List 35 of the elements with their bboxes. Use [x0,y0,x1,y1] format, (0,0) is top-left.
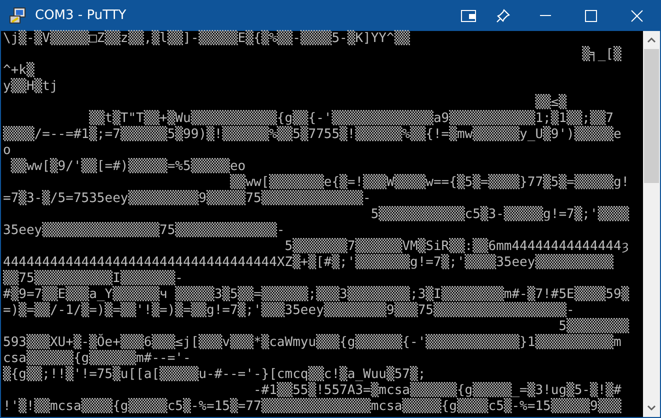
terminal-line: o [3,143,11,158]
window-title: COM3 - PuTTY [35,8,126,23]
terminal-line: 593▒▒▒XU+▒-▒Ŏe+▒▒▒6▒▒▒≤j[▒▒▒v▒▒▒*▒caWmyu▒▒▒{g▒▒▒▒▒▒{-'▒▒▒▒▒▒▒▒▒▒▒▒}1▒▒▒▒▒▒▒▒▒▒m [3,335,622,350]
window-icon [461,8,477,22]
terminal-line: ▒▒ww[▒▒▒▒▒▒▒e{▒=!▒▒▒W▒▒▒▒w=={▒5▒=▒▒▒▒}77▒5▒=▒▒▒▒▒g! [228,175,630,190]
terminal-line: ▒{g▒▒;!!▒'!=75▒u[[a[▒▒▒▒▒u-#--='-}[cmcq▒▒c!▒a_Wuu▒57▒; [3,367,426,382]
pin-icon [496,8,510,22]
terminal-line: =)▒=▒▒/-1/▒=)▒=▒▒'!▒=)▒=▒▒g!=7▒;'▒▒▒35eey▒▒▒▒▒▒▒▒9▒▒▒75▒▒▒▒▒▒▒▒▒▒▒▒▒▒▒▒▒- [3,303,574,318]
terminal-line: 5▒▒▒▒▒▒▒▒ [558,319,630,334]
scrollbar-thumb[interactable] [644,49,659,183]
terminal-line: !'▒!▒▒mcsa▒▒▒▒{g▒▒▒▒▒c5▒-%=15▒=77▒▒▒▒▒▒▒▒▒▒▒▒▒▒mcsa▒▒▒▒▒{g▒▒▒▒c5▒-%=15▒▒▒▒▒9▒▒▒ [3,399,622,415]
terminal-line: 44444444444444444444444444444444444XZ▒+▒[#▒;'▒▒▒▒▒▒▒g!=7▒;'▒▒▒▒35eey▒▒▒▒▒▒▒▒▒▒ [3,255,614,270]
terminal-line: ▒▒≤▒ [534,95,567,110]
terminal-line: ▒╕_[▒ [581,47,622,63]
scroll-up-icon[interactable] [647,37,656,43]
terminal-line: ▒▒75▒▒▒▒▒▒▒▒▒▒I▒▒▒▒▒▒▒- [3,271,184,286]
minimize-icon [540,15,550,16]
terminal-line: \j▒-▒V▒▒▒▒▒□Z▒▒z▒▒,▒l▒▒]-▒▒▒▒▒E▒{▒%▒▒-▒▒▒▒5-▒K]YY^▒▒ [3,31,410,47]
terminal-line: -#1▒▒55▒!557A3=▒mcsa▒▒▒▒▒▒{g▒▒▒▒▒_=▒3!ug▒5-▒!▒# [252,383,622,398]
maximize-icon [585,10,597,22]
terminal-line: ▒▒t▒T"T▒▒+▒Wu▒▒▒▒▒▒▒▒▒▒▒{g▒▒{-'▒▒▒▒▒▒▒▒▒▒▒▒▒a9▒▒▒▒▒▒▒▒▒▒▒1;▒1▒▒;▒▒7 [88,111,614,126]
terminal-line: #▒9=7▒▒E▒▒▒a_Y▒▒▒▒▒▒ч ▒▒▒▒▒3▒5▒▒=▒▒▒▒▒▒;▒▒▒3▒▒▒▒▒▒▒▒;3▒I▒▒▒▒▒▒▒▒m#-▒7!#5E▒▒▒▒59▒ [3,287,630,302]
terminal-line: csa▒▒▒▒▒▒{g▒▒▒▒▒▒m#--='- [3,351,191,366]
terminal-line: ▒▒ww[▒9/'▒▒[=#)▒▒▒▒▒=%5▒▒▒▒▒eo [10,159,246,174]
terminal-line: 5▒▒▒▒▒▒▒7▒▒▒▒▒▒VM▒SiR▒▒:▒▒6mm44444444444444ȝ [284,239,630,254]
close-icon [631,10,643,22]
scroll-down-icon[interactable] [647,405,656,411]
terminal-line: ▒▒▒▒/=--=#1▒;=7▒▒▒▒▒▒5▒99)▒!▒▒▒▒▒▒%▒▒5▒7755▒!▒▒▒▒▒▒%▒▒{!=▒mw▒▒▒▒▒▒y_U▒9')▒▒▒▒▒e [3,127,622,143]
computer-icon [9,6,27,24]
terminal-line: 5▒▒▒▒▒▒▒▒▒▒▒c5▒3-▒▒▒▒▒g!=7▒;'▒▒▒▒ [370,207,630,223]
terminal-line: =7▒3-▒/5=7535eey▒▒▒▒▒▒▒▒▒9▒▒▒▒▒75▒▒▒▒▒▒▒▒▒▒▒▒▒- [3,191,371,207]
terminal-line: y▒▒H▒tj [3,79,58,95]
terminal-line: 35eey▒▒▒▒▒▒▒▒▒▒▒▒▒▒▒75▒▒▒▒▒▒▒▒▒▒▒▒▒- [3,223,285,239]
terminal-line: ^+k▒ [3,63,34,78]
scrollbar[interactable] [643,31,660,417]
